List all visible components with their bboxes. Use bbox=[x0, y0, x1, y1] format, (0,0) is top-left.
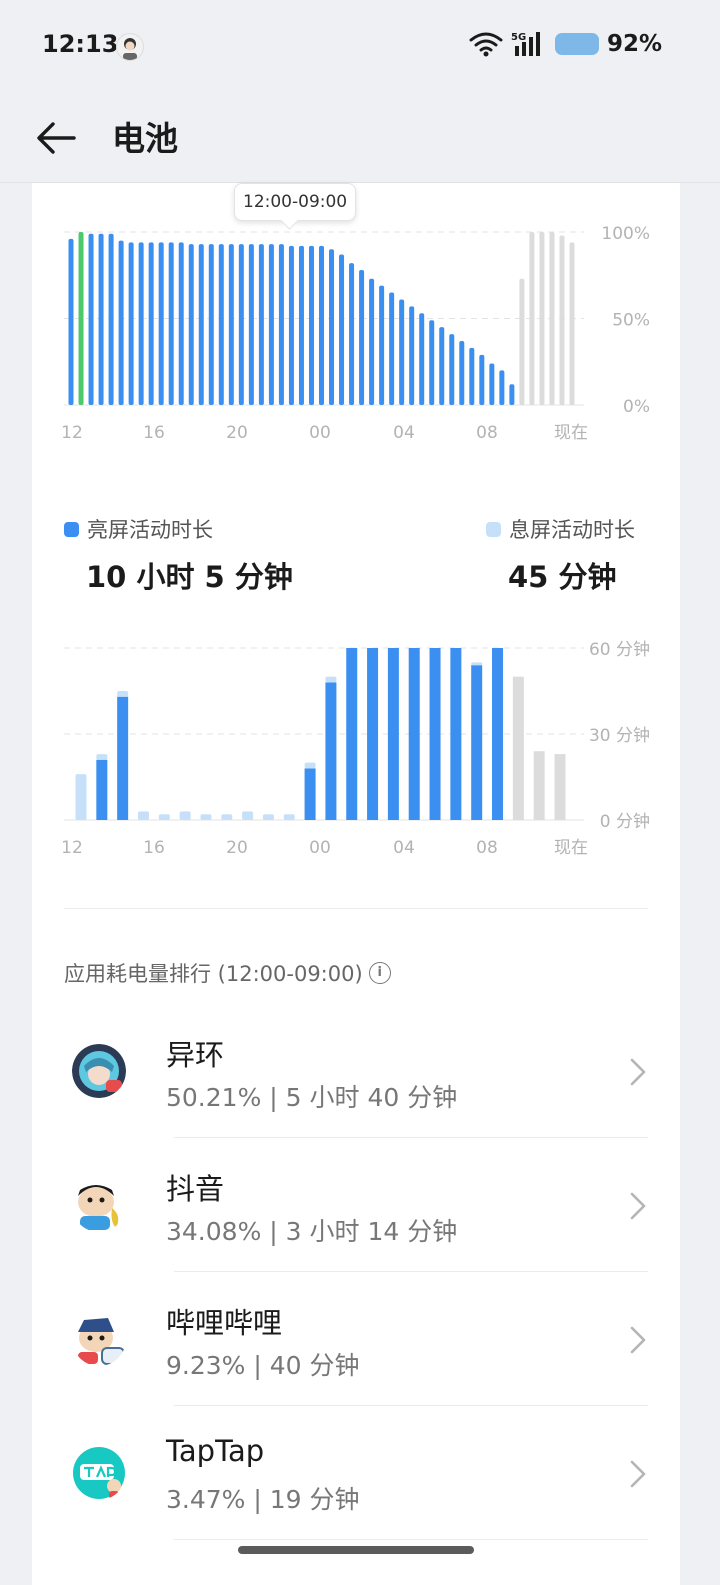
screen-off-bar bbox=[283, 814, 295, 820]
app-row-bilibili[interactable]: 哔哩哔哩 9.23% | 40 分钟 bbox=[64, 1272, 648, 1406]
yihuan-app-icon bbox=[72, 1044, 126, 1098]
activity-forecast-bar bbox=[533, 751, 545, 820]
screen-off-bar bbox=[137, 811, 149, 820]
chevron-right-icon bbox=[630, 1192, 646, 1220]
app-usage-stat: 50.21% | 5 小时 40 分钟 bbox=[166, 1083, 458, 1112]
x-tick-label: 现在 bbox=[554, 838, 588, 858]
screen-on-bar bbox=[450, 648, 462, 820]
y-tick-label: 60 分钟 bbox=[589, 640, 650, 660]
x-tick-label: 16 bbox=[143, 838, 165, 858]
app-name: 异环 bbox=[166, 1038, 225, 1072]
screen-off-bar bbox=[242, 811, 254, 820]
divider bbox=[64, 908, 648, 909]
screen-off-bar bbox=[221, 814, 233, 820]
screen-off-bar bbox=[325, 676, 337, 683]
app-usage-stat: 34.08% | 3 小时 14 分钟 bbox=[166, 1217, 458, 1246]
y-tick-label: 30 分钟 bbox=[589, 726, 650, 746]
app-name: 哔哩哔哩 bbox=[166, 1306, 283, 1340]
activity-forecast-bar bbox=[512, 676, 524, 820]
screen-on-bar bbox=[117, 696, 129, 820]
screen-off-bar bbox=[200, 814, 212, 820]
home-indicator[interactable] bbox=[238, 1546, 474, 1554]
ranking-title-text: 应用耗电量排行 (12:00-09:00) bbox=[64, 962, 363, 986]
ranking-title: 应用耗电量排行 (12:00-09:00) i bbox=[64, 958, 391, 988]
chevron-right-icon bbox=[630, 1460, 646, 1488]
y-tick-label: 0 分钟 bbox=[600, 812, 650, 832]
app-name: 抖音 bbox=[166, 1172, 225, 1206]
x-tick-label: 12 bbox=[61, 838, 83, 858]
info-icon[interactable]: i bbox=[368, 962, 391, 984]
screen-off-bar bbox=[75, 774, 87, 820]
screen-on-bar bbox=[429, 648, 441, 820]
screen-on-bar bbox=[96, 759, 108, 820]
bilibili-app-icon bbox=[72, 1312, 126, 1366]
screen-off-bar bbox=[117, 691, 129, 697]
x-tick-label: 04 bbox=[393, 838, 415, 858]
x-tick-label: 00 bbox=[309, 838, 331, 858]
x-tick-label: 08 bbox=[476, 838, 498, 858]
screen-off-bar bbox=[158, 814, 170, 820]
screen-on-bar bbox=[367, 648, 379, 820]
app-usage-stat: 3.47% | 19 分钟 bbox=[166, 1485, 360, 1514]
activity-duration-chart[interactable]: 60 分钟 30 分钟 0 分钟 12 16 20 00 04 08 现在 bbox=[0, 0, 720, 880]
screen-on-bar bbox=[304, 768, 316, 820]
chevron-right-icon bbox=[630, 1326, 646, 1354]
screen-on-bar bbox=[346, 648, 358, 820]
screen-on-bar bbox=[492, 648, 504, 820]
screen-on-bar bbox=[387, 648, 399, 820]
screen-off-bar bbox=[179, 811, 191, 820]
app-row-yihuan[interactable]: 异环 50.21% | 5 小时 40 分钟 bbox=[64, 1004, 648, 1138]
app-name: TapTap bbox=[166, 1434, 265, 1468]
app-usage-stat: 9.23% | 40 分钟 bbox=[166, 1351, 360, 1380]
x-tick-label: 20 bbox=[226, 838, 248, 858]
screen-off-bar bbox=[96, 754, 108, 760]
row-divider bbox=[174, 1539, 648, 1540]
app-row-taptap[interactable]: TapTap 3.47% | 19 分钟 bbox=[64, 1406, 648, 1540]
screen-on-bar bbox=[471, 665, 483, 820]
douyin-app-icon bbox=[72, 1178, 126, 1232]
screen-on-bar bbox=[408, 648, 420, 820]
chevron-right-icon bbox=[630, 1058, 646, 1086]
screen-off-bar bbox=[304, 762, 316, 769]
app-row-douyin[interactable]: 抖音 34.08% | 3 小时 14 分钟 bbox=[64, 1138, 648, 1272]
taptap-app-icon bbox=[72, 1446, 126, 1500]
screen-on-bar bbox=[325, 682, 337, 820]
activity-forecast-bar bbox=[554, 754, 566, 820]
screen-off-bar bbox=[262, 814, 274, 820]
screen-off-bar bbox=[471, 662, 483, 666]
